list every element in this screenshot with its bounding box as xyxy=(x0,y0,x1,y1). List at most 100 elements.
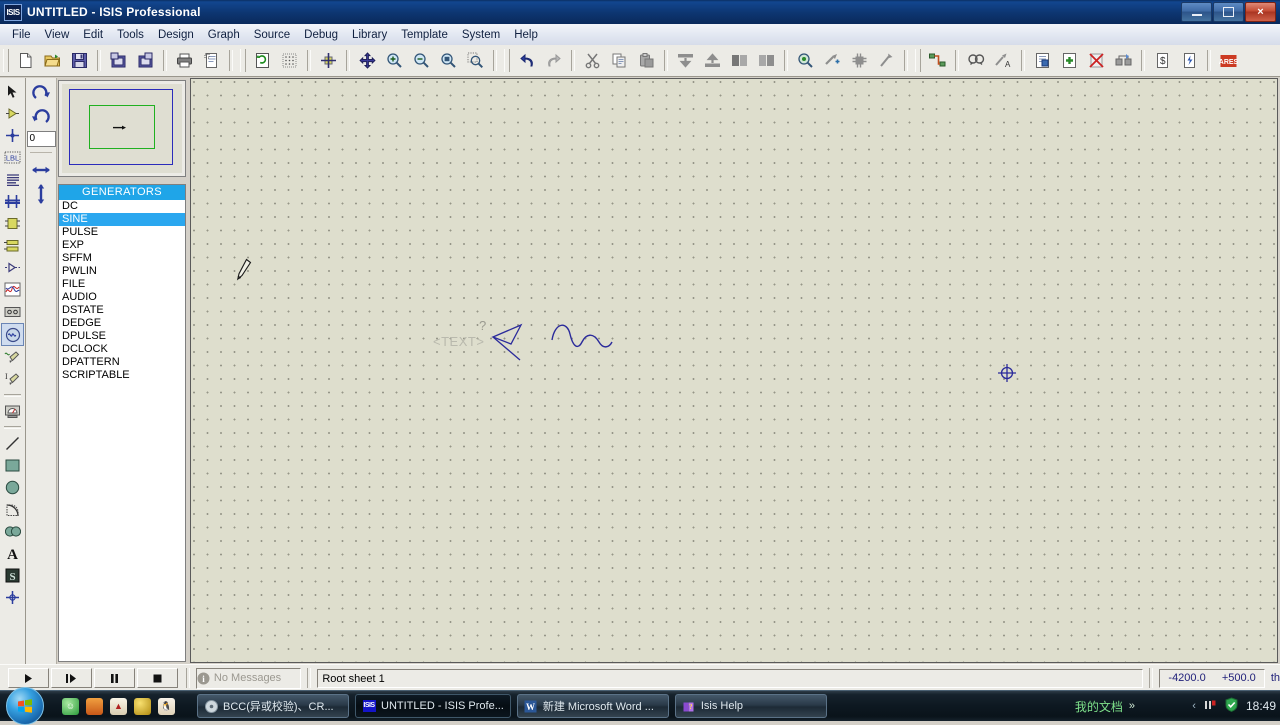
redo-icon[interactable] xyxy=(541,48,566,73)
remove-sheet-icon[interactable] xyxy=(1084,48,1109,73)
play-button[interactable] xyxy=(8,668,49,688)
generator-item-exp[interactable]: EXP xyxy=(59,239,185,252)
menu-system[interactable]: System xyxy=(455,27,507,43)
start-button[interactable] xyxy=(6,687,44,725)
selection-mode-icon[interactable] xyxy=(2,81,23,102)
ares-icon[interactable]: ARES xyxy=(1216,48,1241,73)
task-word[interactable]: W 新建 Microsoft Word ... xyxy=(516,694,669,718)
menu-help[interactable]: Help xyxy=(507,27,545,43)
generator-item-pwlin[interactable]: PWLIN xyxy=(59,265,185,278)
zoom-out-icon[interactable] xyxy=(409,48,434,73)
packaging-tool-icon[interactable] xyxy=(847,48,872,73)
generator-item-dpattern[interactable]: DPATTERN xyxy=(59,356,185,369)
generator-item-scriptable[interactable]: SCRIPTABLE xyxy=(59,369,185,382)
canvas-arrow-shape[interactable] xyxy=(487,320,551,364)
property-assignment-icon[interactable]: A xyxy=(991,48,1016,73)
message-pane[interactable]: i No Messages xyxy=(195,667,302,689)
device-pin-icon[interactable] xyxy=(2,257,23,278)
block-copy-icon[interactable] xyxy=(673,48,698,73)
task-isis-help[interactable]: ? Isis Help xyxy=(674,694,827,718)
component-mode-icon[interactable] xyxy=(2,103,23,124)
open-folder-icon[interactable] xyxy=(40,48,65,73)
network-icon[interactable] xyxy=(1203,698,1217,715)
virtual-instrument-icon[interactable] xyxy=(2,401,23,422)
step-button[interactable] xyxy=(51,668,92,688)
mirror-horizontal-icon[interactable] xyxy=(29,158,53,182)
export-section-icon[interactable] xyxy=(133,48,158,73)
canvas-text-placeholder[interactable]: <TEXT> xyxy=(433,334,484,349)
tray-chevron-icon[interactable]: ‹ xyxy=(1192,700,1196,712)
qq-green-icon[interactable]: ☺ xyxy=(62,697,79,715)
bill-of-materials-icon[interactable]: $ xyxy=(1150,48,1175,73)
menu-file[interactable]: File xyxy=(5,27,38,43)
generator-item-dedge[interactable]: DEDGE xyxy=(59,317,185,330)
penguin-icon[interactable]: 🐧 xyxy=(158,697,175,715)
junction-dot-icon[interactable] xyxy=(2,125,23,146)
generator-item-dpulse[interactable]: DPULSE xyxy=(59,330,185,343)
mirror-vertical-icon[interactable] xyxy=(29,182,53,206)
marker-tool-icon[interactable] xyxy=(2,587,23,608)
wire-label-icon[interactable]: LBL xyxy=(2,147,23,168)
print-icon[interactable] xyxy=(172,48,197,73)
menu-design[interactable]: Design xyxy=(151,27,201,43)
generator-item-file[interactable]: FILE xyxy=(59,278,185,291)
toolbar-grip[interactable] xyxy=(915,49,921,72)
make-device-icon[interactable] xyxy=(820,48,845,73)
graph-icon[interactable] xyxy=(2,279,23,300)
grid-toggle-icon[interactable] xyxy=(277,48,302,73)
generator-item-audio[interactable]: AUDIO xyxy=(59,291,185,304)
stop-button[interactable] xyxy=(137,668,178,688)
generator-mode-icon[interactable] xyxy=(1,323,24,346)
menu-source[interactable]: Source xyxy=(247,27,297,43)
generator-item-sine[interactable]: SINE xyxy=(59,213,185,226)
close-button[interactable]: × xyxy=(1245,2,1276,22)
menu-tools[interactable]: Tools xyxy=(110,27,151,43)
generator-item-sffm[interactable]: SFFM xyxy=(59,252,185,265)
terminals-icon[interactable] xyxy=(2,235,23,256)
block-delete-icon[interactable] xyxy=(754,48,779,73)
subcircuit-icon[interactable] xyxy=(2,213,23,234)
pick-device-icon[interactable] xyxy=(793,48,818,73)
text-script-icon[interactable] xyxy=(2,169,23,190)
menu-graph[interactable]: Graph xyxy=(201,27,247,43)
design-explorer-icon[interactable] xyxy=(1030,48,1055,73)
save-icon[interactable] xyxy=(67,48,92,73)
menu-template[interactable]: Template xyxy=(394,27,455,43)
menu-edit[interactable]: Edit xyxy=(76,27,110,43)
copy-icon[interactable] xyxy=(607,48,632,73)
menu-debug[interactable]: Debug xyxy=(297,27,345,43)
tape-recorder-icon[interactable] xyxy=(2,301,23,322)
menu-library[interactable]: Library xyxy=(345,27,394,43)
generator-item-dstate[interactable]: DSTATE xyxy=(59,304,185,317)
print-area-icon[interactable] xyxy=(199,48,224,73)
menu-view[interactable]: View xyxy=(38,27,77,43)
box-tool-icon[interactable] xyxy=(2,455,23,476)
maximize-button[interactable] xyxy=(1213,2,1244,22)
origin-icon[interactable] xyxy=(316,48,341,73)
pan-icon[interactable] xyxy=(355,48,380,73)
yellow-app-icon[interactable] xyxy=(134,697,151,715)
task-bcc[interactable]: BCC(异或校验)、CR... xyxy=(197,694,349,718)
cut-icon[interactable] xyxy=(580,48,605,73)
rotate-anticlockwise-icon[interactable] xyxy=(29,106,53,130)
text-tool-icon[interactable]: A xyxy=(2,543,23,564)
chevron-right-icon[interactable]: » xyxy=(1129,700,1135,712)
shield-icon[interactable] xyxy=(1224,697,1239,715)
current-probe-icon[interactable]: I xyxy=(2,369,23,390)
toolbar-grip[interactable] xyxy=(504,49,510,72)
voltage-probe-icon[interactable] xyxy=(2,347,23,368)
paste-icon[interactable] xyxy=(634,48,659,73)
arc-tool-icon[interactable] xyxy=(2,499,23,520)
orange-app-icon[interactable] xyxy=(86,697,103,715)
block-move-icon[interactable] xyxy=(700,48,725,73)
toolbar-grip[interactable] xyxy=(3,49,9,72)
task-isis[interactable]: ISIS UNTITLED - ISIS Profe... xyxy=(355,694,511,718)
minimize-button[interactable] xyxy=(1181,2,1212,22)
circle-tool-icon[interactable] xyxy=(2,477,23,498)
decompose-icon[interactable] xyxy=(874,48,899,73)
exit-sheet-icon[interactable] xyxy=(1111,48,1136,73)
taskbar-clock[interactable]: 18:49 xyxy=(1246,699,1276,713)
zoom-all-icon[interactable] xyxy=(436,48,461,73)
path-tool-icon[interactable] xyxy=(2,521,23,542)
generator-item-dc[interactable]: DC xyxy=(59,200,185,213)
